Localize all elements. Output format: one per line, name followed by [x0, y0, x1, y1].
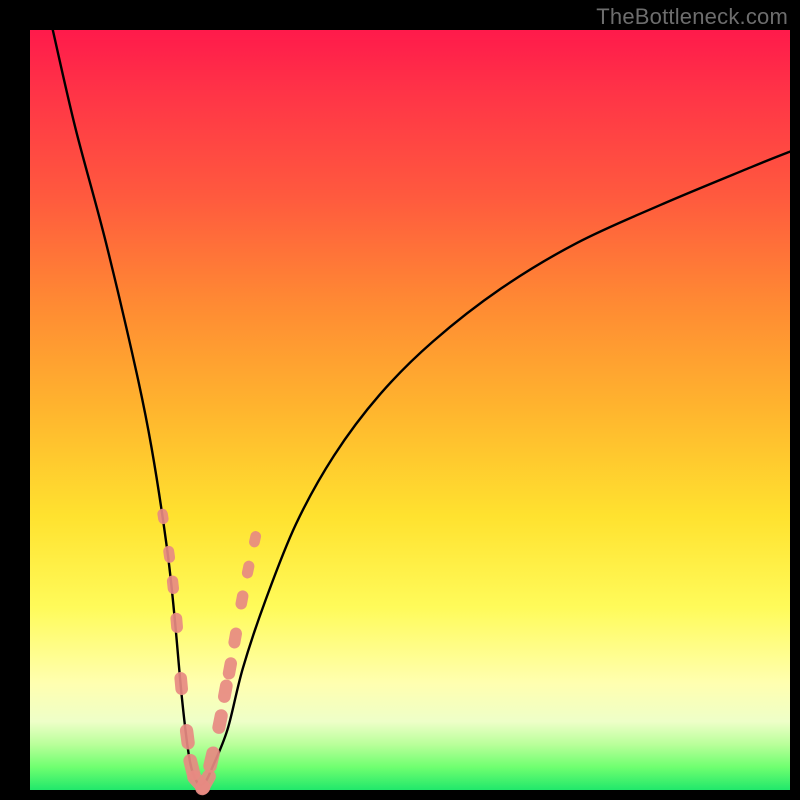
chart-frame: TheBottleneck.com	[0, 0, 800, 800]
highlight-marker	[174, 671, 189, 695]
watermark-text: TheBottleneck.com	[596, 4, 788, 30]
highlight-marker	[248, 530, 262, 548]
bottleneck-curve	[53, 30, 790, 785]
chart-overlay	[0, 0, 800, 800]
highlight-marker	[179, 723, 195, 750]
highlight-marker	[166, 575, 179, 595]
highlight-marker	[202, 745, 221, 774]
highlight-marker	[217, 678, 234, 703]
highlight-marker	[241, 560, 256, 580]
highlight-marker	[157, 508, 170, 525]
highlight-marker	[163, 545, 176, 563]
highlight-marker	[227, 627, 242, 650]
highlight-marker	[170, 612, 183, 633]
highlight-marker	[235, 589, 250, 610]
highlight-marker	[222, 656, 238, 680]
